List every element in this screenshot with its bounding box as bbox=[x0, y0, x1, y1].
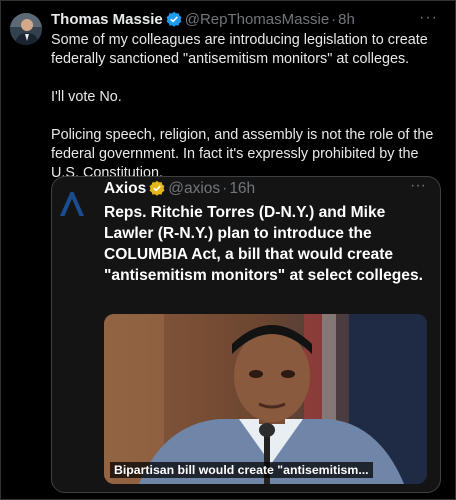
quoted-timestamp[interactable]: 16h bbox=[229, 180, 255, 197]
media-image[interactable]: Bipartisan bill would create "antisemiti… bbox=[104, 314, 427, 484]
verified-badge-icon bbox=[166, 11, 182, 31]
tweet-card[interactable]: Thomas Massie @RepThomasMassie · 8h ··· Som… bbox=[0, 0, 456, 500]
quoted-tweet[interactable]: Axios @axios · 16h ··· Reps. Ritchie Torres… bbox=[51, 176, 441, 493]
quoted-author-handle[interactable]: @axios bbox=[168, 180, 220, 197]
tweet-header: Thomas Massie @RepThomasMassie · 8h bbox=[51, 11, 425, 31]
tweet-paragraph: Policing speech, religion, and assembly … bbox=[51, 127, 434, 181]
separator: · bbox=[331, 11, 337, 28]
tweet-paragraph: I'll vote No. bbox=[51, 89, 122, 105]
more-icon[interactable]: ··· bbox=[410, 177, 426, 195]
quoted-tweet-text: Reps. Ritchie Torres (D-N.Y.) and Mike L… bbox=[104, 204, 423, 284]
author-avatar[interactable] bbox=[10, 13, 42, 45]
axios-logo-icon[interactable] bbox=[58, 191, 86, 217]
gold-verified-badge-icon bbox=[149, 180, 165, 201]
author-handle[interactable]: @RepThomasMassie bbox=[185, 11, 329, 28]
separator: · bbox=[222, 180, 228, 197]
quoted-tweet-header: Axios @axios · 16h bbox=[104, 180, 255, 201]
photo-illustration bbox=[104, 314, 427, 484]
more-icon[interactable]: ··· bbox=[419, 9, 438, 27]
timestamp[interactable]: 8h bbox=[338, 11, 355, 28]
quoted-author-name[interactable]: Axios bbox=[104, 180, 146, 197]
author-name[interactable]: Thomas Massie bbox=[51, 11, 163, 28]
media-caption: Bipartisan bill would create "antisemiti… bbox=[110, 462, 373, 478]
tweet-paragraph: Some of my colleagues are introducing le… bbox=[51, 32, 428, 67]
